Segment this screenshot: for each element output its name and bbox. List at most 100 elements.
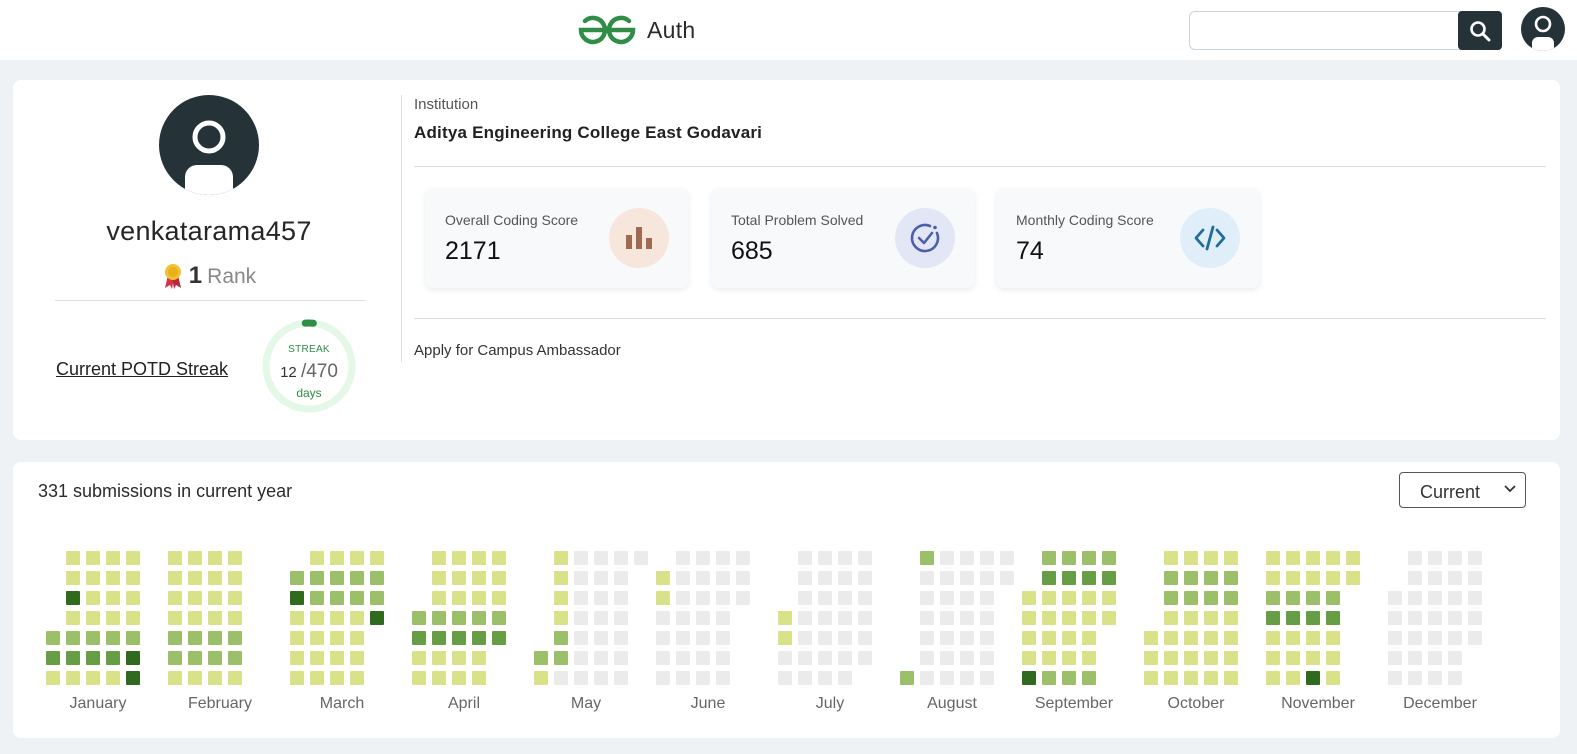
heatmap-day-cell[interactable] [86, 551, 100, 565]
heatmap-day-cell[interactable] [920, 651, 934, 665]
heatmap-day-cell[interactable] [1164, 651, 1178, 665]
heatmap-day-cell[interactable] [818, 651, 832, 665]
heatmap-day-cell[interactable] [900, 671, 914, 685]
heatmap-day-cell[interactable] [1468, 551, 1482, 565]
heatmap-day-cell[interactable] [208, 651, 222, 665]
heatmap-day-cell[interactable] [1082, 671, 1096, 685]
heatmap-day-cell[interactable] [534, 671, 548, 685]
heatmap-day-cell[interactable] [716, 591, 730, 605]
heatmap-day-cell[interactable] [980, 631, 994, 645]
heatmap-day-cell[interactable] [960, 631, 974, 645]
heatmap-day-cell[interactable] [126, 611, 140, 625]
heatmap-day-cell[interactable] [330, 611, 344, 625]
heatmap-day-cell[interactable] [66, 571, 80, 585]
heatmap-day-cell[interactable] [452, 591, 466, 605]
heatmap-day-cell[interactable] [676, 631, 690, 645]
heatmap-day-cell[interactable] [1306, 551, 1320, 565]
heatmap-day-cell[interactable] [310, 551, 324, 565]
year-select[interactable]: Current [1399, 472, 1526, 508]
heatmap-day-cell[interactable] [492, 631, 506, 645]
heatmap-day-cell[interactable] [1224, 611, 1238, 625]
heatmap-day-cell[interactable] [1062, 631, 1076, 645]
heatmap-day-cell[interactable] [350, 651, 364, 665]
heatmap-day-cell[interactable] [554, 591, 568, 605]
heatmap-day-cell[interactable] [1326, 571, 1340, 585]
heatmap-day-cell[interactable] [1184, 671, 1198, 685]
heatmap-day-cell[interactable] [798, 631, 812, 645]
heatmap-day-cell[interactable] [1286, 591, 1300, 605]
heatmap-day-cell[interactable] [656, 631, 670, 645]
heatmap-day-cell[interactable] [1224, 551, 1238, 565]
heatmap-day-cell[interactable] [1224, 571, 1238, 585]
heatmap-day-cell[interactable] [1408, 651, 1422, 665]
heatmap-day-cell[interactable] [1042, 611, 1056, 625]
heatmap-day-cell[interactable] [310, 611, 324, 625]
heatmap-day-cell[interactable] [168, 571, 182, 585]
heatmap-day-cell[interactable] [1428, 591, 1442, 605]
heatmap-day-cell[interactable] [574, 631, 588, 645]
campus-ambassador-link[interactable]: Apply for Campus Ambassador [414, 342, 621, 359]
heatmap-day-cell[interactable] [940, 631, 954, 645]
heatmap-day-cell[interactable] [1062, 651, 1076, 665]
heatmap-day-cell[interactable] [1000, 551, 1014, 565]
heatmap-day-cell[interactable] [310, 671, 324, 685]
heatmap-day-cell[interactable] [798, 551, 812, 565]
heatmap-day-cell[interactable] [208, 611, 222, 625]
heatmap-day-cell[interactable] [452, 551, 466, 565]
heatmap-day-cell[interactable] [594, 631, 608, 645]
heatmap-day-cell[interactable] [1306, 591, 1320, 605]
heatmap-day-cell[interactable] [858, 551, 872, 565]
heatmap-day-cell[interactable] [1164, 671, 1178, 685]
heatmap-day-cell[interactable] [1448, 611, 1462, 625]
heatmap-day-cell[interactable] [1102, 611, 1116, 625]
heatmap-day-cell[interactable] [350, 591, 364, 605]
heatmap-day-cell[interactable] [614, 611, 628, 625]
heatmap-day-cell[interactable] [1082, 571, 1096, 585]
heatmap-day-cell[interactable] [594, 671, 608, 685]
heatmap-day-cell[interactable] [188, 571, 202, 585]
heatmap-day-cell[interactable] [1082, 551, 1096, 565]
heatmap-day-cell[interactable] [656, 651, 670, 665]
heatmap-day-cell[interactable] [594, 611, 608, 625]
heatmap-day-cell[interactable] [634, 551, 648, 565]
heatmap-day-cell[interactable] [106, 631, 120, 645]
heatmap-day-cell[interactable] [940, 671, 954, 685]
heatmap-day-cell[interactable] [798, 651, 812, 665]
heatmap-day-cell[interactable] [614, 671, 628, 685]
heatmap-day-cell[interactable] [1286, 611, 1300, 625]
heatmap-day-cell[interactable] [798, 591, 812, 605]
heatmap-day-cell[interactable] [168, 591, 182, 605]
heatmap-day-cell[interactable] [960, 671, 974, 685]
heatmap-day-cell[interactable] [1306, 651, 1320, 665]
heatmap-day-cell[interactable] [1102, 551, 1116, 565]
heatmap-day-cell[interactable] [574, 611, 588, 625]
heatmap-day-cell[interactable] [228, 611, 242, 625]
heatmap-day-cell[interactable] [208, 551, 222, 565]
heatmap-day-cell[interactable] [228, 551, 242, 565]
heatmap-day-cell[interactable] [1204, 651, 1218, 665]
heatmap-day-cell[interactable] [1204, 671, 1218, 685]
heatmap-day-cell[interactable] [1266, 551, 1280, 565]
heatmap-day-cell[interactable] [452, 611, 466, 625]
heatmap-day-cell[interactable] [432, 591, 446, 605]
heatmap-day-cell[interactable] [778, 631, 792, 645]
heatmap-day-cell[interactable] [1286, 651, 1300, 665]
heatmap-day-cell[interactable] [920, 551, 934, 565]
heatmap-day-cell[interactable] [940, 571, 954, 585]
heatmap-day-cell[interactable] [188, 591, 202, 605]
heatmap-day-cell[interactable] [168, 611, 182, 625]
heatmap-day-cell[interactable] [188, 611, 202, 625]
heatmap-day-cell[interactable] [228, 571, 242, 585]
heatmap-day-cell[interactable] [228, 651, 242, 665]
heatmap-day-cell[interactable] [1164, 631, 1178, 645]
heatmap-day-cell[interactable] [1428, 571, 1442, 585]
heatmap-day-cell[interactable] [920, 571, 934, 585]
heatmap-day-cell[interactable] [66, 551, 80, 565]
heatmap-day-cell[interactable] [980, 671, 994, 685]
heatmap-day-cell[interactable] [1388, 611, 1402, 625]
heatmap-day-cell[interactable] [452, 671, 466, 685]
heatmap-day-cell[interactable] [1042, 591, 1056, 605]
heatmap-day-cell[interactable] [208, 571, 222, 585]
heatmap-day-cell[interactable] [696, 611, 710, 625]
heatmap-day-cell[interactable] [86, 571, 100, 585]
